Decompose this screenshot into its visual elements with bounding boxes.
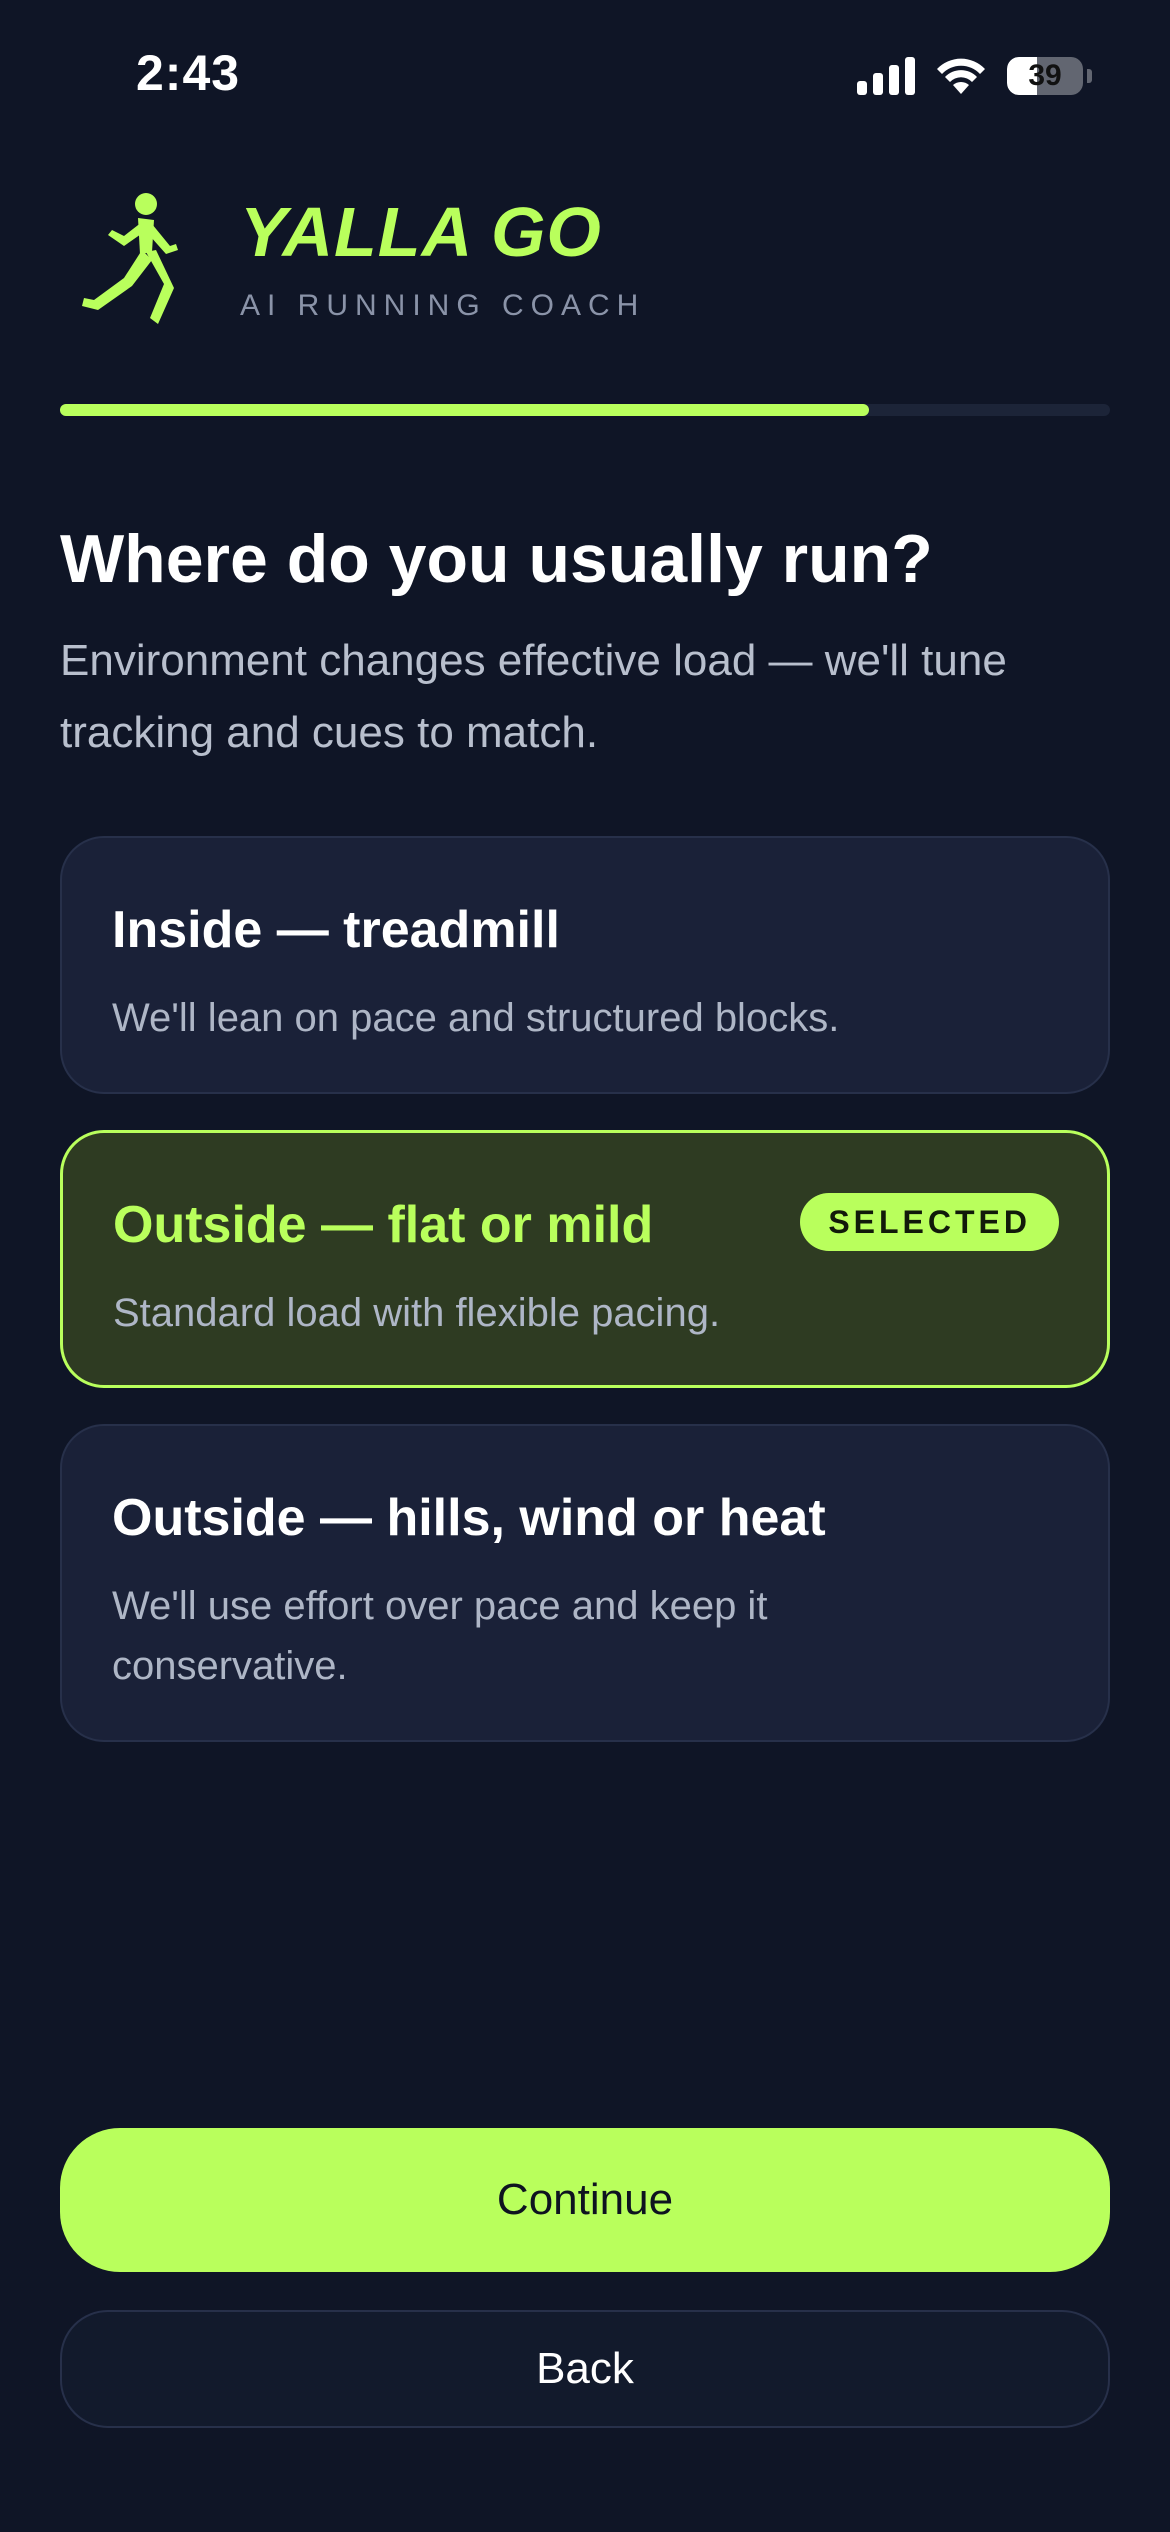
wifi-icon [937,58,985,94]
status-bar: 2:43 39 [0,0,1170,150]
brand-name: YALLA GO [240,193,602,271]
back-button[interactable]: Back [60,2310,1110,2428]
option-inside-treadmill[interactable]: Inside — treadmill We'll lean on pace an… [60,836,1110,1094]
progress-fill [60,404,869,416]
option-title: Inside — treadmill [112,901,560,959]
option-outside-hills[interactable]: Outside — hills, wind or heat We'll use … [60,1424,1110,1742]
option-title: Outside — hills, wind or heat [112,1489,826,1547]
option-description: Standard load with flexible pacing. [113,1291,721,1335]
battery-level: 39 [1028,59,1062,92]
status-time: 2:43 [136,45,241,101]
question-title: Where do you usually run? [60,521,933,597]
runner-icon [82,193,178,324]
signal-icon [857,57,915,95]
status-icons: 39 [857,56,1092,96]
onboarding-progress-bar [60,404,1110,416]
onboarding-screen: 2:43 39 YALLA GO AI RUNNING COACH Where … [0,0,1170,2532]
option-title: Outside — flat or mild [113,1196,654,1254]
selected-badge: SELECTED [800,1193,1059,1251]
brand-header: YALLA GO AI RUNNING COACH [80,190,645,330]
continue-button[interactable]: Continue [60,2128,1110,2272]
battery-icon: 39 [1007,57,1083,95]
brand-tagline: AI RUNNING COACH [240,289,646,322]
question-subtitle: Environment changes effective load — we'… [60,636,1007,757]
option-description: We'll use effort over pace and keep it c… [112,1584,768,1688]
option-outside-flat[interactable]: Outside — flat or mild SELECTED Standard… [60,1130,1110,1388]
option-description: We'll lean on pace and structured blocks… [112,996,840,1040]
